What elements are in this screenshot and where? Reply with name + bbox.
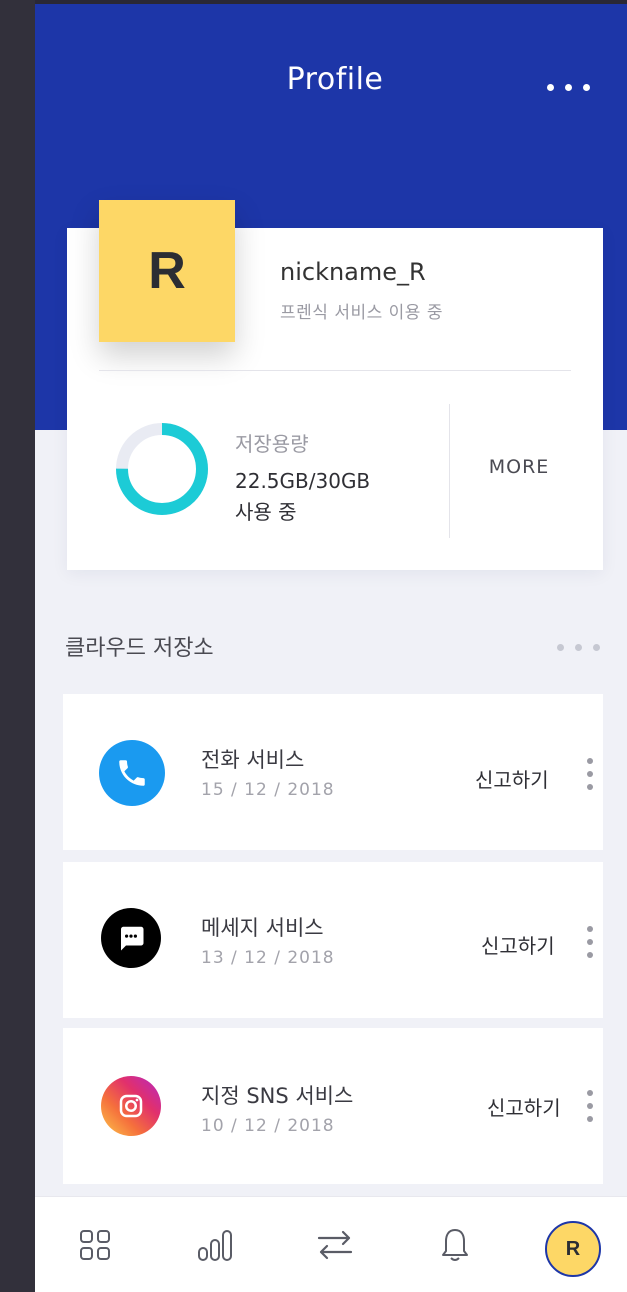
service-status: 프렌식 서비스 이용 중	[280, 303, 443, 323]
report-button[interactable]: 신고하기	[487, 1092, 561, 1121]
nickname: nickname_R	[280, 258, 426, 286]
avatar-letter: R	[148, 242, 186, 300]
page-title: Profile	[286, 62, 384, 97]
report-button[interactable]: 신고하기	[481, 930, 555, 959]
bar-chart-icon[interactable]	[193, 1223, 237, 1267]
avatar-letter: R	[565, 1237, 581, 1260]
profile-avatar[interactable]: R	[545, 1221, 601, 1277]
list-item[interactable]: 메세지 서비스 13 / 12 / 2018 신고하기	[63, 862, 603, 1018]
vertical-divider	[449, 404, 450, 538]
more-vertical-icon[interactable]	[583, 1088, 597, 1124]
item-title: 지정 SNS 서비스	[201, 1084, 354, 1108]
more-horizontal-icon[interactable]	[553, 642, 603, 654]
more-horizontal-icon[interactable]	[543, 80, 593, 96]
section-title: 클라우드 저장소	[65, 636, 214, 661]
bottom-navigation: R	[35, 1196, 627, 1292]
phone-icon	[99, 740, 165, 806]
item-title: 전화 서비스	[201, 748, 305, 772]
report-button[interactable]: 신고하기	[475, 764, 549, 793]
list-item[interactable]: 전화 서비스 15 / 12 / 2018 신고하기	[63, 694, 603, 850]
item-date: 15 / 12 / 2018	[201, 780, 335, 800]
grid-icon[interactable]	[73, 1223, 117, 1267]
item-title: 메세지 서비스	[201, 916, 324, 940]
divider	[99, 370, 571, 371]
storage-status: 사용 중	[235, 500, 297, 524]
top-edge	[35, 0, 627, 4]
storage-label: 저장용량	[235, 432, 309, 456]
storage-value: 22.5GB/30GB	[235, 469, 371, 493]
avatar[interactable]: R	[99, 200, 235, 342]
instagram-icon	[101, 1076, 161, 1136]
message-icon	[101, 908, 161, 968]
more-button[interactable]: MORE	[475, 456, 563, 478]
list-item[interactable]: 지정 SNS 서비스 10 / 12 / 2018 신고하기	[63, 1028, 603, 1184]
bell-icon[interactable]	[433, 1223, 477, 1267]
transfer-icon[interactable]	[313, 1223, 357, 1267]
more-vertical-icon[interactable]	[583, 924, 597, 960]
storage-donut-chart	[116, 423, 208, 515]
item-date: 13 / 12 / 2018	[201, 948, 335, 968]
item-date: 10 / 12 / 2018	[201, 1116, 335, 1136]
more-vertical-icon[interactable]	[583, 756, 597, 792]
profile-screen: Profile R nickname_R 프렌식 서비스 이용 중 저장용량 2…	[35, 0, 627, 1292]
